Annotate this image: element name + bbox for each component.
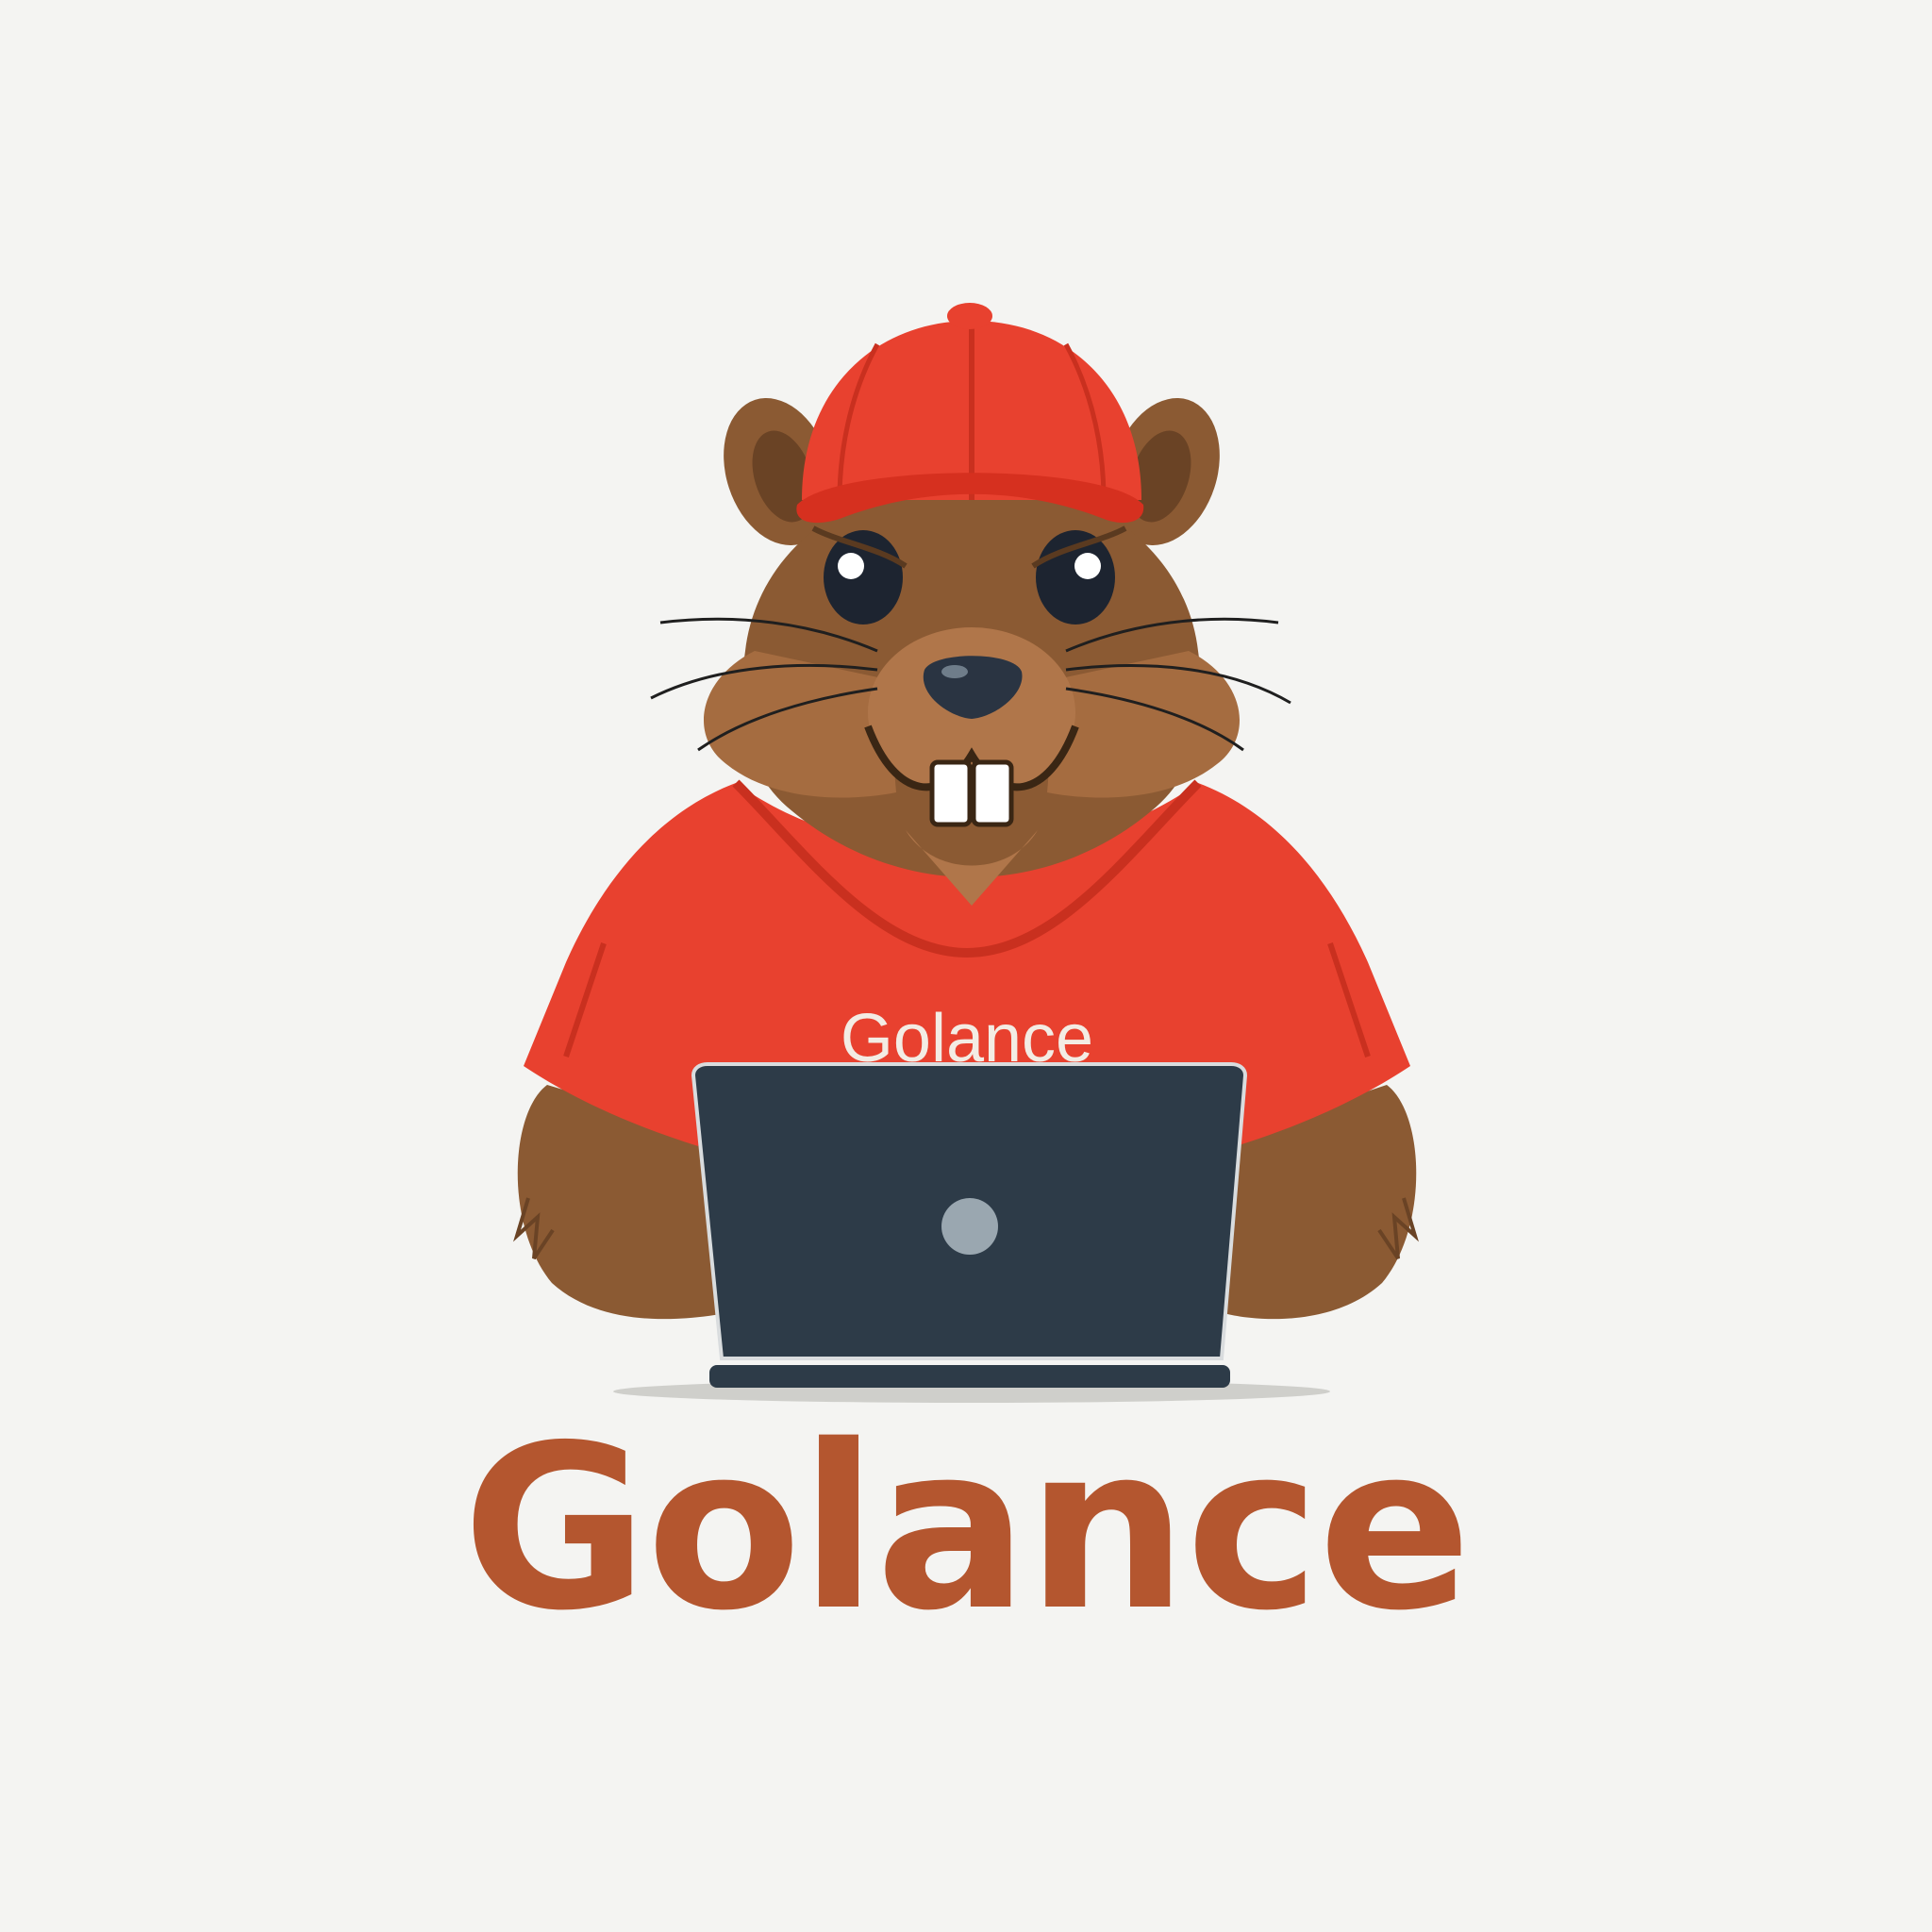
brand-wordmark: Golance <box>462 1396 1472 1660</box>
laptop-icon <box>691 1062 1248 1388</box>
cap <box>796 303 1144 524</box>
logo-canvas: Golance Golance <box>0 0 1932 1932</box>
